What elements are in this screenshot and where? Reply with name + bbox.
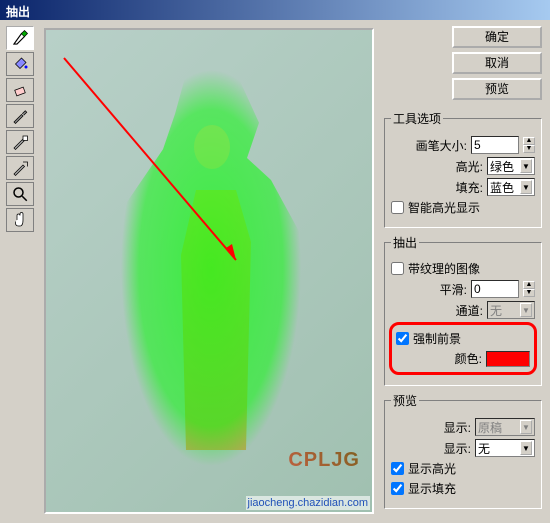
textured-image-checkbox[interactable] xyxy=(391,262,404,275)
preview-button[interactable]: 预览 xyxy=(452,78,542,100)
channel-label: 通道: xyxy=(456,302,483,319)
show-highlight-checkbox[interactable] xyxy=(391,462,404,475)
chevron-down-icon: ▼ xyxy=(520,159,532,173)
fg-color-label: 颜色: xyxy=(455,350,482,367)
fg-color-swatch[interactable] xyxy=(486,351,530,367)
title-bar: 抽出 xyxy=(0,0,550,20)
smart-highlight-label: 智能高光显示 xyxy=(408,199,480,216)
tool-column xyxy=(0,20,40,523)
chevron-down-icon: ▼ xyxy=(520,420,532,434)
force-foreground-highlight: 强制前景 颜色: xyxy=(389,322,537,375)
force-foreground-checkbox[interactable] xyxy=(396,332,409,345)
zoom-tool[interactable] xyxy=(6,182,34,206)
smooth-spinner[interactable]: ▲▼ xyxy=(523,281,535,297)
edge-touchup-tool[interactable] xyxy=(6,156,34,180)
fill-color-label: 填充: xyxy=(456,179,483,196)
show-fill-checkbox[interactable] xyxy=(391,482,404,495)
chevron-down-icon: ▼ xyxy=(520,303,532,317)
display-dropdown[interactable]: 无▼ xyxy=(475,439,535,457)
highlight-color-dropdown[interactable]: 绿色▼ xyxy=(487,157,535,175)
textured-image-label: 带纹理的图像 xyxy=(408,260,480,277)
smooth-label: 平滑: xyxy=(440,281,467,298)
highlight-color-label: 高光: xyxy=(456,158,483,175)
show-highlight-label: 显示高光 xyxy=(408,460,456,477)
edge-highlighter-tool[interactable] xyxy=(6,26,34,50)
window-title: 抽出 xyxy=(6,5,30,19)
tool-options-group: 工具选项 画笔大小: ▲▼ 高光: 绿色▼ 填充: 蓝色▼ 智能高光显示 xyxy=(384,110,542,228)
brush-size-label: 画笔大小: xyxy=(416,137,467,154)
cleanup-tool[interactable] xyxy=(6,130,34,154)
cancel-button[interactable]: 取消 xyxy=(452,52,542,74)
preview-group: 预览 显示: 原稿▼ 显示: 无▼ 显示高光 显示填充 xyxy=(384,392,542,509)
channel-dropdown: 无▼ xyxy=(487,301,535,319)
fill-tool[interactable] xyxy=(6,52,34,76)
chevron-down-icon: ▼ xyxy=(520,441,532,455)
extract-group: 抽出 带纹理的图像 平滑: ▲▼ 通道: 无▼ 强制前景 颜色: xyxy=(384,234,542,386)
force-foreground-label: 强制前景 xyxy=(413,330,461,347)
brush-size-spinner[interactable]: ▲▼ xyxy=(523,137,535,153)
smart-highlight-checkbox[interactable] xyxy=(391,201,404,214)
preview-image[interactable]: CPLJG jiaocheng.chazidian.com xyxy=(44,28,374,514)
smooth-input[interactable] xyxy=(471,280,519,298)
eraser-tool[interactable] xyxy=(6,78,34,102)
watermark-site: jiaocheng.chazidian.com xyxy=(246,496,370,510)
canvas-area: CPLJG jiaocheng.chazidian.com xyxy=(40,20,380,523)
action-buttons: 确定 取消 预览 xyxy=(384,26,542,100)
chevron-down-icon: ▼ xyxy=(520,180,532,194)
extract-legend: 抽出 xyxy=(391,234,419,251)
options-panel: 确定 取消 预览 工具选项 画笔大小: ▲▼ 高光: 绿色▼ 填充: 蓝色▼ 智… xyxy=(380,20,550,523)
brush-size-input[interactable] xyxy=(471,136,519,154)
show-label: 显示: xyxy=(444,419,471,436)
preview-legend: 预览 xyxy=(391,392,419,409)
show-fill-label: 显示填充 xyxy=(408,480,456,497)
hand-tool[interactable] xyxy=(6,208,34,232)
dialog-body: CPLJG jiaocheng.chazidian.com 确定 取消 预览 工… xyxy=(0,20,550,523)
watermark-logo: CPLJG xyxy=(288,449,360,472)
fill-color-dropdown[interactable]: 蓝色▼ xyxy=(487,178,535,196)
show-dropdown: 原稿▼ xyxy=(475,418,535,436)
ok-button[interactable]: 确定 xyxy=(452,26,542,48)
eyedropper-tool[interactable] xyxy=(6,104,34,128)
tool-options-legend: 工具选项 xyxy=(391,110,443,127)
display-label: 显示: xyxy=(444,440,471,457)
